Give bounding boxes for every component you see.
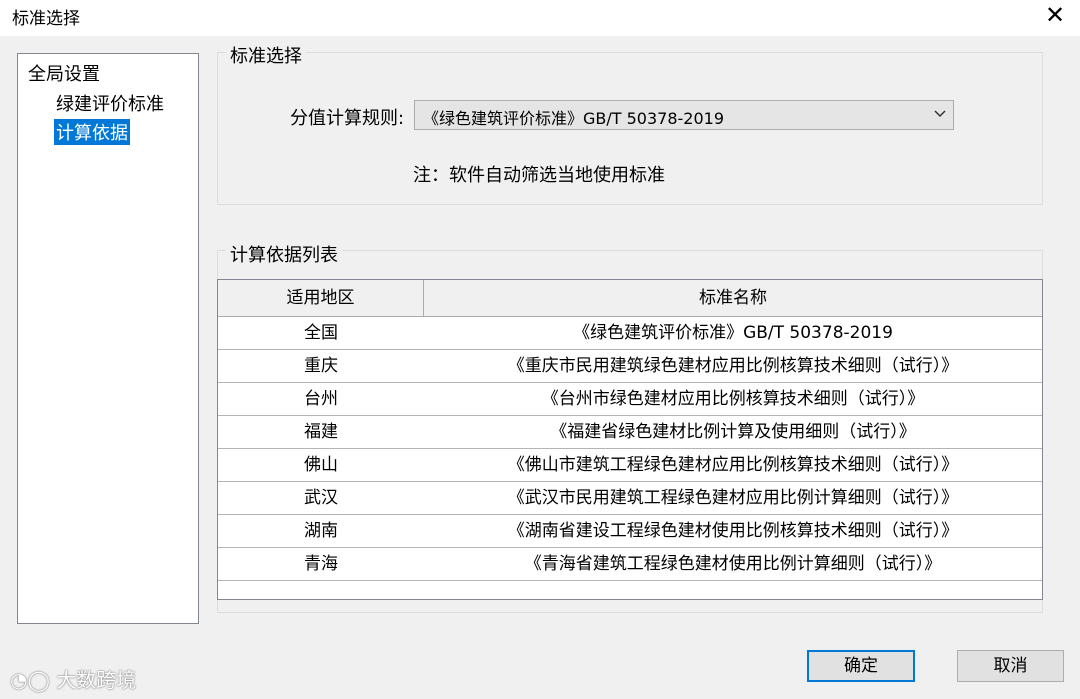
table-row[interactable]: 武汉 《武汉市民用建筑工程绿色建材应用比例计算细则（试行）》 [218,482,1042,515]
cell-standard-name: 《武汉市民用建筑工程绿色建材应用比例计算细则（试行）》 [507,488,959,508]
table-row[interactable]: 佛山 《佛山市建筑工程绿色建材应用比例核算技术细则（试行）》 [218,449,1042,482]
watermark-icon: ◔◯ [10,668,50,692]
table-row-empty[interactable] [218,581,1042,599]
calculation-basis-legend: 计算依据列表 [226,241,342,267]
cell-standard-name: 《台州市绿色建材应用比例核算技术细则（试行）》 [541,389,925,409]
close-icon[interactable]: ✕ [1040,2,1070,30]
cell-standard-name: 《青海省建筑工程绿色建材使用比例计算细则（试行）》 [524,554,942,574]
calculation-basis-table: 适用地区 标准名称 全国 《绿色建筑评价标准》GB/T 50378-2019 重… [217,279,1043,600]
cell-standard-name: 《福建省绿色建材比例计算及使用细则（试行）》 [550,422,916,442]
cell-region: 佛山 [304,455,338,475]
cell-region: 重庆 [304,356,338,376]
table-header: 适用地区 标准名称 [218,280,1042,317]
title-bar: 标准选择 ✕ [0,0,1080,36]
cell-region: 台州 [304,389,338,409]
table-row[interactable]: 全国 《绿色建筑评价标准》GB/T 50378-2019 [218,317,1042,350]
score-rule-label: 分值计算规则: [290,108,405,129]
cell-region: 湖南 [304,521,338,541]
chevron-down-icon[interactable] [933,103,947,129]
cell-region: 青海 [304,554,338,574]
ok-button[interactable]: 确定 [807,650,915,682]
tree-item-calculation-basis[interactable]: 计算依据 [54,119,130,145]
score-rule-value: 《绿色建筑评价标准》GB/T 50378-2019 [423,109,725,128]
tree-item-global-settings[interactable]: 全局设置 [28,60,100,86]
standard-selection-legend: 标准选择 [226,42,306,68]
cell-standard-name: 《绿色建筑评价标准》GB/T 50378-2019 [573,323,893,343]
cancel-button[interactable]: 取消 [957,650,1064,682]
cell-standard-name: 《重庆市民用建筑绿色建材应用比例核算技术细则（试行）》 [507,356,959,376]
cell-standard-name: 《佛山市建筑工程绿色建材应用比例核算技术细则（试行）》 [507,455,959,475]
watermark-logo: ◔◯ 大数跨境 [10,664,136,693]
table-row[interactable]: 湖南 《湖南省建设工程绿色建材使用比例核算技术细则（试行）》 [218,515,1042,548]
cell-region: 全国 [304,323,338,343]
window-title: 标准选择 [12,9,80,29]
cell-region: 福建 [304,422,338,442]
table-row[interactable]: 福建 《福建省绿色建材比例计算及使用细则（试行）》 [218,416,1042,449]
column-header-standard-name[interactable]: 标准名称 [424,280,1042,316]
cell-standard-name: 《湖南省建设工程绿色建材使用比例核算技术细则（试行）》 [507,521,959,541]
column-header-region[interactable]: 适用地区 [218,280,424,316]
settings-tree: 全局设置 绿建评价标准 计算依据 [17,53,199,624]
watermark-text: 大数跨境 [56,668,137,692]
score-rule-select[interactable]: 《绿色建筑评价标准》GB/T 50378-2019 [414,100,954,130]
auto-filter-note: 注：软件自动筛选当地使用标准 [413,165,665,186]
table-row[interactable]: 重庆 《重庆市民用建筑绿色建材应用比例核算技术细则（试行）》 [218,350,1042,383]
tree-item-green-building-standard[interactable]: 绿建评价标准 [56,90,164,116]
cell-region: 武汉 [304,488,338,508]
table-row[interactable]: 台州 《台州市绿色建材应用比例核算技术细则（试行）》 [218,383,1042,416]
table-row[interactable]: 青海 《青海省建筑工程绿色建材使用比例计算细则（试行）》 [218,548,1042,581]
